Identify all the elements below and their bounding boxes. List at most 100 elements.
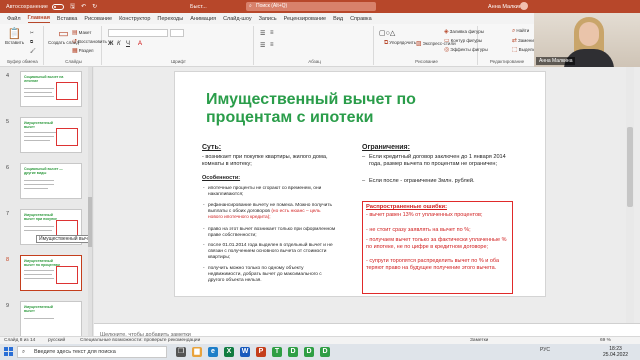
thumbnail-row[interactable]: 4 Социальный вычет на лечение [0, 71, 92, 121]
shape-outline-button[interactable]: ▭Контур фигуры [444, 37, 482, 44]
slide-thumbnail[interactable]: Социальный вычет на лечение [20, 71, 82, 107]
reset-icon: ↺ [72, 39, 78, 45]
format-painter-icon[interactable]: 🖌 [30, 48, 36, 54]
slide-thumbnails-pane: 4 Социальный вычет на лечение 5 Имуществ… [0, 67, 93, 347]
slide-thumbnail[interactable]: Имущественный вычет [20, 301, 82, 337]
autosave-label: Автосохранение [6, 3, 48, 10]
layout-button[interactable]: ▤Макет [72, 29, 91, 36]
save-icon[interactable]: 🖫 [70, 2, 75, 12]
italic-icon[interactable]: К [117, 41, 121, 47]
thumbnail-line [24, 184, 54, 185]
section-icon: ▦ [72, 48, 78, 54]
underline-icon[interactable]: Ч [126, 41, 130, 47]
slide-thumbnail[interactable]: Имущественный вычет [20, 117, 82, 153]
section-button[interactable]: ▦Раздел [72, 47, 94, 54]
reset-button[interactable]: ↺Восстановить [72, 38, 107, 45]
font-color-icon[interactable]: A [138, 41, 142, 47]
notes-toggle[interactable]: Заметки [470, 338, 488, 343]
thumbnail-row[interactable]: 6 Социальный вычет — другие виды [0, 163, 92, 213]
clipboard-icon: 📋 [7, 28, 22, 40]
slide-scroll-thumb[interactable] [627, 127, 633, 207]
title-bar: Автосохранение 🖫 ↶ ↻ Быст... ⌕ Поиск (Al… [0, 0, 640, 13]
font-size-select[interactable] [170, 29, 184, 37]
undo-icon[interactable]: ↶ [81, 3, 86, 10]
font-family-select[interactable] [108, 29, 168, 37]
tab-animations[interactable]: Анимация [190, 16, 216, 22]
slide-title[interactable]: Имущественный вычет по процентам с ипоте… [206, 91, 446, 127]
tab-review[interactable]: Рецензирование [284, 16, 326, 22]
shape-fill-button[interactable]: ◈Заливка фигуры [444, 28, 484, 35]
limits-heading: Ограничения: [362, 144, 410, 151]
clipboard-group: 📋 Вставить ✂ ⧉ 🖌 Буфер обмена [2, 26, 44, 65]
paste-button[interactable]: 📋 Вставить [5, 28, 24, 45]
limit-item: – Если кредитный договор заключен до 1 я… [362, 154, 506, 167]
search-icon: ⌕ [22, 349, 26, 355]
windows-start-icon[interactable] [4, 347, 13, 356]
tab-transitions[interactable]: Переходы [157, 16, 183, 22]
redo-icon[interactable]: ↻ [92, 3, 97, 10]
edge-icon[interactable]: e [208, 347, 218, 357]
slides-group: ▭ Создать слайд ▤Макет ↺Восстановить ▦Ра… [46, 26, 107, 65]
tab-slideshow[interactable]: Слайд-шоу [223, 16, 252, 22]
thumbnail-line [24, 180, 54, 181]
copy-icon[interactable]: ⧉ [30, 39, 33, 44]
word-icon[interactable]: W [240, 347, 250, 357]
excel-icon[interactable]: X [224, 347, 234, 357]
slide-canvas: Имущественный вычет по процентам с ипоте… [94, 67, 640, 323]
task-view-icon[interactable]: ❐ [176, 347, 186, 357]
thumbnail-line [24, 188, 48, 189]
app-icon[interactable]: D [304, 347, 314, 357]
tab-home[interactable]: Главная [27, 15, 50, 23]
tab-record[interactable]: Запись [259, 16, 277, 22]
align-left-icon[interactable]: ☰ [260, 42, 265, 49]
tab-design[interactable]: Конструктор [119, 16, 150, 22]
align-center-icon[interactable]: ≡ [270, 42, 274, 48]
arrange-button[interactable]: ⧉Упорядочить [384, 40, 416, 47]
bullets-icon[interactable]: ☰ [260, 30, 265, 37]
app-icon[interactable]: T [272, 347, 282, 357]
outline-icon: ▭ [444, 38, 450, 44]
slide-thumbnail-selected[interactable]: Имущественный вычет по процентам [20, 255, 82, 291]
webcam-name: Анна Малкина [536, 57, 576, 65]
webcam-overlay: Анна Малкина [534, 13, 640, 67]
thumbnail-row[interactable]: 8 Имущественный вычет по процентам [0, 255, 92, 305]
search-box[interactable]: ⌕ Поиск (Alt+Q) [246, 2, 376, 11]
tab-help[interactable]: Справка [350, 16, 372, 22]
editing-group: ⌕Найти ⇄Заменить ⬚Выделить Редактировани… [480, 26, 540, 65]
feature-item: - рефинансирование вычету не помеха. Мож… [203, 203, 333, 220]
cut-icon[interactable]: ✂ [30, 30, 34, 36]
powerpoint-icon[interactable]: P [256, 347, 266, 357]
zoom-level[interactable]: 69 % [600, 338, 611, 343]
tab-insert[interactable]: Вставка [57, 16, 77, 22]
thumbnail-title: Имущественный вычет [24, 305, 53, 313]
errors-box[interactable]: Распространенные ошибки: - вычет равен 1… [362, 201, 513, 294]
language-indicator[interactable]: русский [48, 338, 65, 343]
numbering-icon[interactable]: ≡ [270, 30, 274, 36]
tab-view[interactable]: Вид [333, 16, 343, 22]
thumbnail-line [24, 132, 56, 133]
shapes-icon[interactable]: ▢○△ [379, 29, 395, 37]
thumbnails-scrollbar[interactable] [88, 67, 92, 347]
app-icon[interactable]: D [320, 347, 330, 357]
tray-language[interactable]: РУС [540, 347, 550, 353]
thumbnail-row[interactable]: 5 Имущественный вычет [0, 117, 92, 167]
thumbnails-scroll-thumb[interactable] [88, 197, 92, 247]
file-explorer-icon[interactable]: ▆ [192, 347, 202, 357]
clock[interactable]: 18:23 25.04.2022 [603, 346, 628, 358]
slide-scrollbar[interactable] [626, 67, 634, 323]
essence-text: - возникает при покупке квартиры, жилого… [202, 154, 328, 167]
tab-draw[interactable]: Рисование [84, 16, 112, 22]
avatar[interactable] [520, 2, 528, 10]
slide-thumbnail[interactable]: Социальный вычет — другие виды [20, 163, 82, 199]
slide[interactable]: Имущественный вычет по процентам с ипоте… [174, 71, 546, 297]
accessibility-status[interactable]: Специальные возможности: проверьте реком… [80, 338, 200, 343]
find-button[interactable]: ⌕Найти [512, 28, 529, 35]
bold-icon[interactable]: Ж [108, 41, 113, 47]
taskbar-search[interactable]: ⌕ Введите здесь текст для поиска [17, 346, 167, 358]
thumbnail-number: 9 [6, 303, 10, 309]
thumbnail-row[interactable]: 7 Имущественный вычет при покупке [0, 209, 92, 259]
ribbon: 📋 Вставить ✂ ⧉ 🖌 Буфер обмена ▭ Создать … [0, 24, 540, 67]
autosave-toggle[interactable] [51, 3, 64, 10]
app-icon[interactable]: D [288, 347, 298, 357]
tab-file[interactable]: Файл [7, 16, 21, 22]
